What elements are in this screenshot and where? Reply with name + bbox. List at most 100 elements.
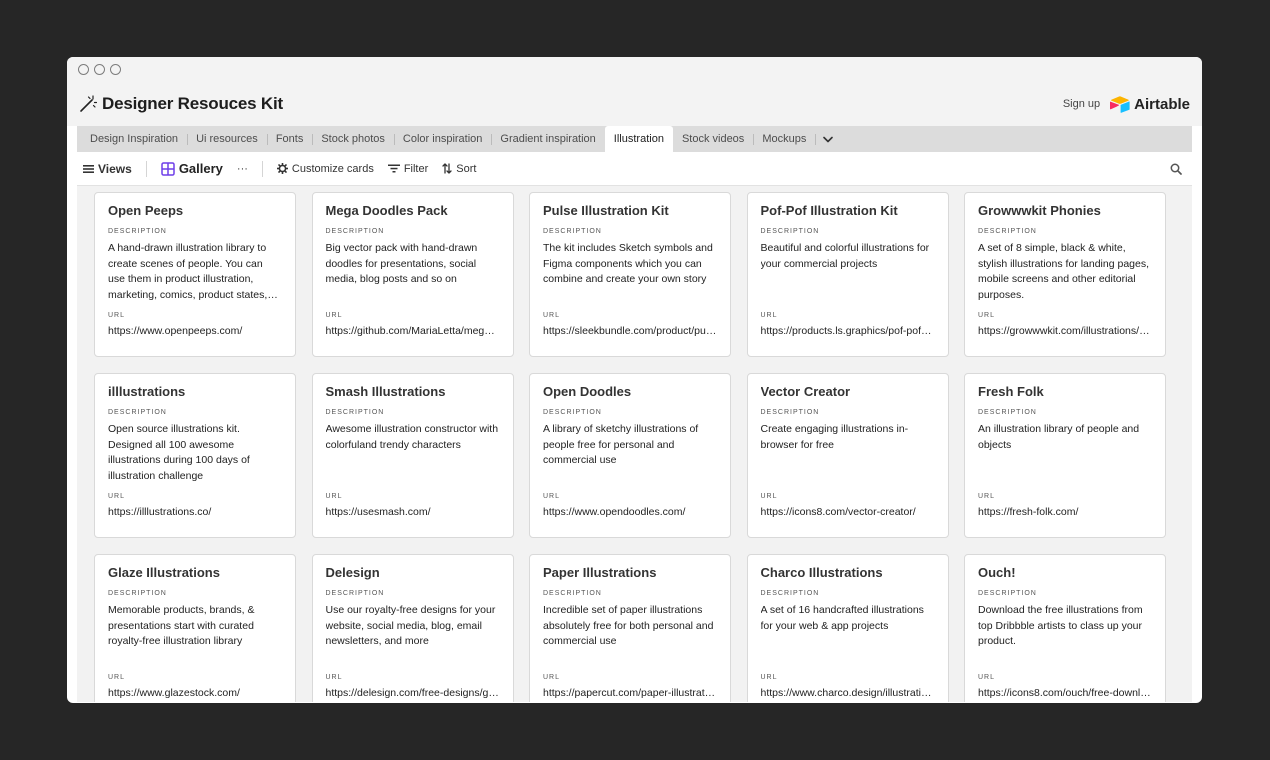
url-field-label: URL bbox=[108, 312, 126, 319]
url-field-label: URL bbox=[760, 493, 778, 500]
url-field-label: URL bbox=[325, 674, 343, 681]
url-field-label: URL bbox=[978, 312, 996, 319]
gallery-card[interactable]: Smash Illustrations DESCRIPTION Awesome … bbox=[311, 373, 514, 538]
toolbar-divider bbox=[261, 160, 263, 177]
gallery-card[interactable]: illlustrations DESCRIPTION Open source i… bbox=[94, 373, 296, 538]
url-field-label: URL bbox=[325, 312, 343, 319]
view-toolbar: Views Gallery ··· Customize cards Filter… bbox=[77, 152, 1192, 186]
gallery-view-switcher[interactable]: Gallery bbox=[161, 161, 223, 176]
customize-cards-button[interactable]: Customize cards bbox=[276, 163, 374, 175]
gallery-card[interactable]: Pulse Illustration Kit DESCRIPTION The k… bbox=[529, 192, 731, 357]
url-value: https://github.com/MariaLetta/mega-doodl… bbox=[325, 325, 500, 337]
url-field: URL https://delesign.com/free-designs/gr… bbox=[326, 674, 500, 699]
table-tabs: Design Inspiration Ui resources Fonts St… bbox=[77, 126, 1192, 152]
sort-arrows-icon bbox=[442, 163, 452, 174]
window-minimize-button[interactable] bbox=[94, 64, 105, 75]
url-field-label: URL bbox=[108, 674, 126, 681]
header-actions: Sign up Airtable bbox=[1063, 96, 1190, 113]
url-field: URL https://www.openpeeps.com/ bbox=[108, 312, 282, 337]
description-field-label: DESCRIPTION bbox=[325, 409, 385, 416]
gallery-grid: Open Peeps DESCRIPTION A hand-drawn illu… bbox=[94, 192, 1192, 702]
gallery-card[interactable]: Open Peeps DESCRIPTION A hand-drawn illu… bbox=[94, 192, 296, 357]
ellipsis-icon: ··· bbox=[236, 162, 248, 175]
url-field: URL https://www.opendoodles.com/ bbox=[543, 493, 717, 518]
url-field-label: URL bbox=[543, 674, 561, 681]
search-button[interactable] bbox=[1170, 163, 1182, 175]
tab-fonts[interactable]: Fonts bbox=[266, 126, 313, 152]
gallery-card[interactable]: Fresh Folk DESCRIPTION An illustration l… bbox=[964, 373, 1166, 538]
description-field-label: DESCRIPTION bbox=[108, 409, 167, 416]
tab-gradient-inspiration[interactable]: Gradient inspiration bbox=[491, 126, 604, 152]
description-field-label: DESCRIPTION bbox=[543, 409, 602, 416]
gallery-area: Open Peeps DESCRIPTION A hand-drawn illu… bbox=[77, 186, 1192, 702]
gallery-card[interactable]: Paper Illustrations DESCRIPTION Incredib… bbox=[529, 554, 731, 702]
base-title[interactable]: Designer Resouces Kit bbox=[79, 94, 283, 114]
gallery-card[interactable]: Vector Creator DESCRIPTION Create engagi… bbox=[746, 373, 949, 538]
card-title: Growwwkit Phonies bbox=[978, 203, 1101, 218]
url-value: https://www.openpeeps.com/ bbox=[108, 325, 243, 337]
url-field-label: URL bbox=[978, 674, 996, 681]
gallery-card[interactable]: Ouch! DESCRIPTION Download the free illu… bbox=[964, 554, 1166, 702]
url-field-label: URL bbox=[325, 493, 343, 500]
tab-illustration[interactable]: Illustration bbox=[604, 126, 673, 152]
card-title: Fresh Folk bbox=[978, 384, 1044, 399]
description-field-label: DESCRIPTION bbox=[108, 590, 167, 597]
card-title: illlustrations bbox=[108, 384, 186, 399]
card-title: Paper Illustrations bbox=[543, 565, 657, 580]
url-field-label: URL bbox=[760, 674, 778, 681]
gallery-card[interactable]: Charco Illustrations DESCRIPTION A set o… bbox=[746, 554, 949, 702]
gallery-card[interactable]: Growwwkit Phonies DESCRIPTION A set of 8… bbox=[964, 192, 1166, 357]
url-field: URL https://products.ls.graphics/pof-pof… bbox=[761, 312, 935, 337]
airtable-wordmark: Airtable bbox=[1134, 95, 1190, 113]
tab-design-inspiration[interactable]: Design Inspiration bbox=[81, 126, 187, 152]
description-value: A set of 16 handcrafted illustrations fo… bbox=[760, 604, 924, 632]
more-tables-dropdown[interactable] bbox=[815, 126, 841, 152]
description-field-label: DESCRIPTION bbox=[978, 228, 1037, 235]
url-value: https://www.charco.design/illustrations bbox=[760, 687, 935, 699]
description-field-label: DESCRIPTION bbox=[325, 228, 385, 235]
card-title: Smash Illustrations bbox=[325, 384, 446, 399]
url-value: https://fresh-folk.com/ bbox=[978, 506, 1079, 518]
url-value: https://www.opendoodles.com/ bbox=[543, 506, 686, 518]
filter-button[interactable]: Filter bbox=[387, 163, 428, 175]
gallery-card[interactable]: Mega Doodles Pack DESCRIPTION Big vector… bbox=[311, 192, 514, 357]
tab-ui-resources[interactable]: Ui resources bbox=[187, 126, 267, 152]
url-value: https://products.ls.graphics/pof-pof-ill… bbox=[760, 325, 935, 337]
sort-button[interactable]: Sort bbox=[442, 163, 476, 175]
gallery-card[interactable]: Open Doodles DESCRIPTION A library of sk… bbox=[529, 373, 731, 538]
card-title: Delesign bbox=[325, 565, 380, 580]
description-field-label: DESCRIPTION bbox=[543, 590, 602, 597]
views-button[interactable]: Views bbox=[83, 162, 132, 176]
sign-up-link[interactable]: Sign up bbox=[1063, 98, 1100, 110]
base-title-text: Designer Resouces Kit bbox=[102, 94, 283, 113]
url-field: URL https://icons8.com/ouch/free-downloa… bbox=[978, 674, 1152, 699]
app-header: Designer Resouces Kit Sign up Airtable bbox=[67, 82, 1202, 126]
url-field-label: URL bbox=[543, 493, 561, 500]
description-field-label: DESCRIPTION bbox=[760, 409, 820, 416]
window-close-button[interactable] bbox=[78, 64, 89, 75]
airtable-logo[interactable]: Airtable bbox=[1110, 96, 1190, 113]
description-value: Download the free illustrations from top… bbox=[978, 604, 1143, 647]
card-title: Pulse Illustration Kit bbox=[543, 203, 669, 218]
window-zoom-button[interactable] bbox=[110, 64, 121, 75]
url-field: URL https://usesmash.com/ bbox=[326, 493, 500, 518]
tab-stock-videos[interactable]: Stock videos bbox=[673, 126, 753, 152]
url-field: URL https://www.glazestock.com/ bbox=[108, 674, 282, 699]
url-field: URL https://fresh-folk.com/ bbox=[978, 493, 1152, 518]
card-title: Ouch! bbox=[978, 565, 1016, 580]
url-field-label: URL bbox=[760, 312, 778, 319]
tab-mockups[interactable]: Mockups bbox=[753, 126, 815, 152]
description-value: A hand-drawn illustration library to cre… bbox=[108, 242, 268, 301]
window-titlebar bbox=[67, 57, 1202, 82]
description-value: A set of 8 simple, black & white, stylis… bbox=[978, 242, 1150, 301]
url-value: https://icons8.com/ouch/free-download bbox=[978, 687, 1152, 699]
view-options-button[interactable]: ··· bbox=[237, 163, 248, 175]
gallery-card[interactable]: Pof-Pof Illustration Kit DESCRIPTION Bea… bbox=[746, 192, 949, 357]
gallery-card[interactable]: Delesign DESCRIPTION Use our royalty-fre… bbox=[311, 554, 514, 702]
tab-color-inspiration[interactable]: Color inspiration bbox=[393, 126, 491, 152]
tab-stock-photos[interactable]: Stock photos bbox=[312, 126, 394, 152]
url-field: URL https://papercut.com/paper-illustrat… bbox=[543, 674, 717, 699]
description-value: Use our royalty-free designs for your we… bbox=[325, 604, 496, 647]
gear-icon bbox=[276, 163, 288, 174]
gallery-card[interactable]: Glaze Illustrations DESCRIPTION Memorabl… bbox=[94, 554, 296, 702]
